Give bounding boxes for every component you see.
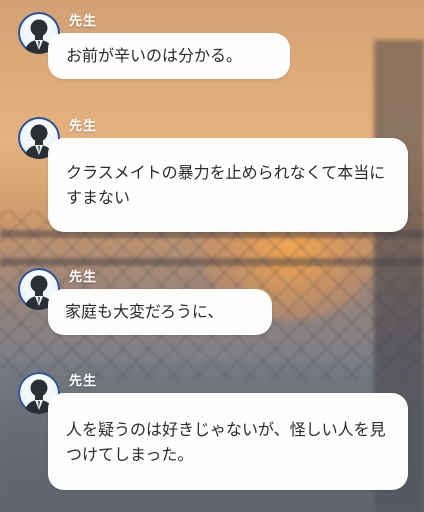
sender-name: 先生 [69,374,98,389]
message-bubble[interactable]: 人を疑うのは好きじゃないが、怪しい人を見つけてしまった。 [48,393,408,490]
fence-rail-bottom [0,258,424,266]
message-bubble[interactable]: お前が辛いのは分かる。 [48,33,290,79]
chat-screen: 先生 お前が辛いのは分かる。 先生 クラスメイトの暴力を止められなくて本当にすま… [0,0,424,512]
sender-name: 先生 [69,119,98,134]
sender-name: 先生 [69,14,98,29]
message-bubble[interactable]: 家庭も大変だろうに、 [48,289,272,335]
sender-name: 先生 [69,270,98,285]
message-bubble[interactable]: クラスメイトの暴力を止められなくて本当にすまない [48,138,408,232]
